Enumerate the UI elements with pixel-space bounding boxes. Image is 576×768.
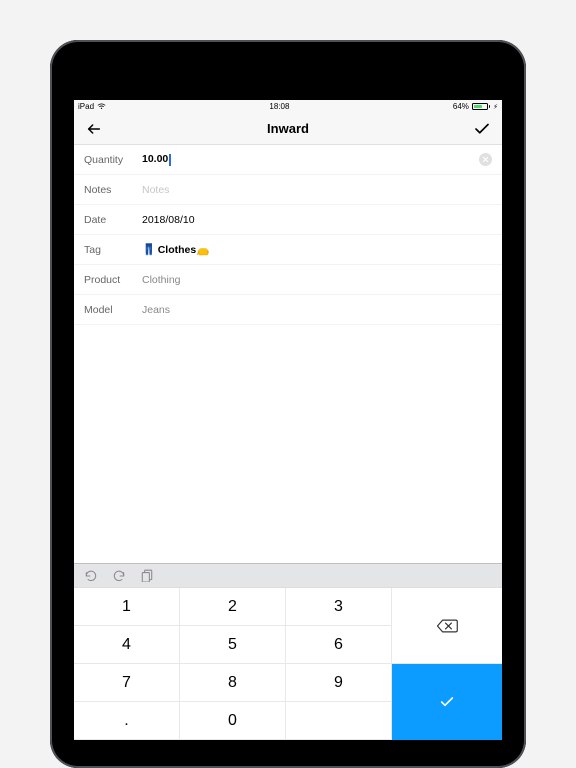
product-row[interactable]: Product Clothing <box>74 265 502 295</box>
key-3[interactable]: 3 <box>286 588 392 626</box>
tag-emoji-icon: 👖 <box>142 244 156 256</box>
key-4[interactable]: 4 <box>74 626 180 664</box>
key-5[interactable]: 5 <box>180 626 286 664</box>
page-title: Inward <box>74 121 502 136</box>
key-6[interactable]: 6 <box>286 626 392 664</box>
backspace-key[interactable] <box>392 588 502 664</box>
screen: iPad 18:08 64% ⚡︎ Inward <box>74 100 502 740</box>
redo-button[interactable] <box>112 569 126 583</box>
enter-key[interactable] <box>392 664 502 740</box>
charging-icon: ⚡︎ <box>493 103 498 111</box>
quantity-value[interactable]: 10.00 <box>142 153 479 165</box>
tag-row[interactable]: Tag 👖Clothes👝 <box>74 235 502 265</box>
clear-quantity-button[interactable] <box>479 153 492 166</box>
date-row[interactable]: Date 2018/08/10 <box>74 205 502 235</box>
confirm-button[interactable] <box>472 119 492 139</box>
model-row[interactable]: Model Jeans <box>74 295 502 325</box>
keyboard-toolbar <box>74 563 502 587</box>
form: Quantity 10.00 Notes Notes Date 2018/08/… <box>74 145 502 563</box>
notes-row[interactable]: Notes Notes <box>74 175 502 205</box>
date-value[interactable]: 2018/08/10 <box>142 214 492 226</box>
tag-label: Tag <box>84 244 142 256</box>
clipboard-button[interactable] <box>140 569 154 583</box>
quantity-label: Quantity <box>84 154 142 166</box>
status-time: 18:08 <box>106 102 453 111</box>
nav-bar: Inward <box>74 113 502 145</box>
status-bar: iPad 18:08 64% ⚡︎ <box>74 100 502 113</box>
key-2[interactable]: 2 <box>180 588 286 626</box>
number-keypad: 1 2 3 4 5 6 7 8 9 . 0 <box>74 587 502 740</box>
date-label: Date <box>84 214 142 226</box>
device-label: iPad <box>78 102 94 111</box>
key-dot[interactable]: . <box>74 702 180 740</box>
status-right: 64% ⚡︎ <box>453 102 498 111</box>
notes-input[interactable]: Notes <box>142 184 492 196</box>
notes-label: Notes <box>84 184 142 196</box>
quantity-row[interactable]: Quantity 10.00 <box>74 145 502 175</box>
model-value[interactable]: Jeans <box>142 304 492 316</box>
tag-emoji2-icon: 👝 <box>196 244 210 256</box>
key-8[interactable]: 8 <box>180 664 286 702</box>
product-value[interactable]: Clothing <box>142 274 492 286</box>
key-7[interactable]: 7 <box>74 664 180 702</box>
key-1[interactable]: 1 <box>74 588 180 626</box>
battery-pct: 64% <box>453 102 469 111</box>
text-cursor <box>169 154 171 166</box>
key-empty <box>286 702 392 740</box>
battery-icon <box>472 103 490 110</box>
status-left: iPad <box>78 102 106 111</box>
model-label: Model <box>84 304 142 316</box>
wifi-icon <box>97 103 106 110</box>
product-label: Product <box>84 274 142 286</box>
key-9[interactable]: 9 <box>286 664 392 702</box>
tablet-frame: iPad 18:08 64% ⚡︎ Inward <box>50 40 526 768</box>
tag-value[interactable]: 👖Clothes👝 <box>142 243 492 256</box>
key-0[interactable]: 0 <box>180 702 286 740</box>
back-button[interactable] <box>84 119 104 139</box>
undo-button[interactable] <box>84 569 98 583</box>
